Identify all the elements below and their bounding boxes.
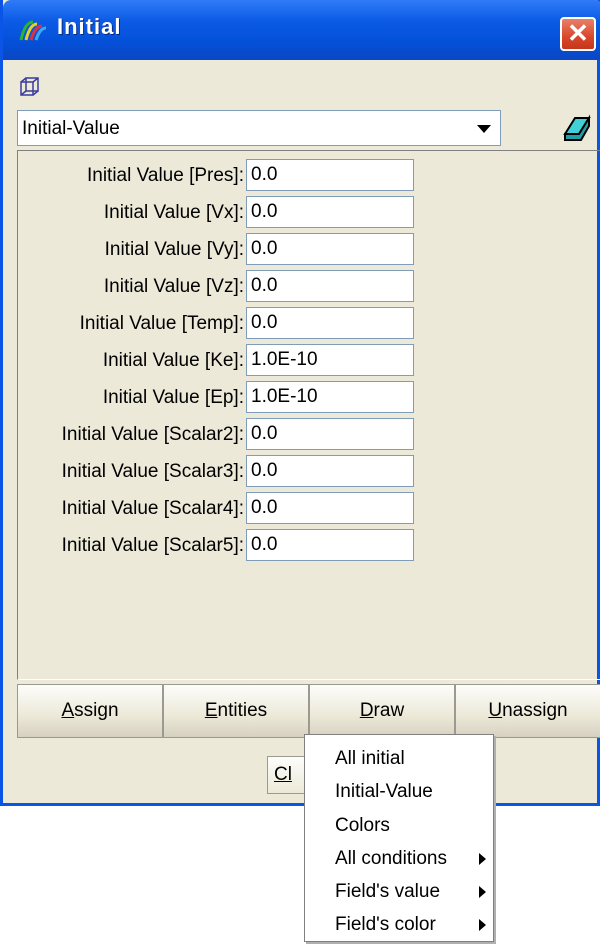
condition-select[interactable]: Initial-Value: [17, 110, 501, 146]
initial-window: Initial ✕ Initial-Value Initial Value [P…: [0, 0, 600, 806]
unassign-label: nassign: [502, 700, 568, 721]
submenu-arrow-icon: [479, 886, 486, 898]
field-label: Initial Value [Scalar5]:: [61, 535, 244, 556]
draw-menu: All initial Initial-Value Colors All con…: [304, 734, 494, 942]
initial-value-vz-input[interactable]: [246, 270, 414, 302]
field-row: Initial Value [Scalar2]:: [18, 418, 600, 452]
unassign-accel: U: [488, 700, 503, 721]
initial-value-ep-input[interactable]: [246, 381, 414, 413]
assign-accel: A: [61, 700, 75, 721]
menu-item-fields-color[interactable]: Field's color: [335, 911, 485, 939]
entities-button[interactable]: Entities: [163, 684, 309, 738]
submenu-arrow-icon: [479, 919, 486, 931]
field-row: Initial Value [Vz]:: [18, 270, 600, 304]
assign-button[interactable]: Assign: [17, 684, 163, 738]
field-row: Initial Value [Vx]:: [18, 196, 600, 230]
field-label: Initial Value [Vz]:: [103, 276, 244, 297]
initial-value-scalar4-input[interactable]: [246, 492, 414, 524]
dropdown-arrow-icon[interactable]: [468, 113, 498, 143]
action-button-bar: Assign Entities Draw Unassign: [17, 684, 600, 738]
menu-item-colors[interactable]: Colors: [335, 812, 485, 840]
draw-button[interactable]: Draw: [309, 684, 455, 738]
initial-value-ke-input[interactable]: [246, 344, 414, 376]
menu-item-all-initial[interactable]: All initial: [335, 745, 485, 773]
field-row: Initial Value [Vy]:: [18, 233, 600, 267]
submenu-arrow-icon: [479, 853, 486, 865]
field-row: Initial Value [Scalar3]:: [18, 455, 600, 489]
initial-value-vx-input[interactable]: [246, 196, 414, 228]
field-label: Initial Value [Temp]:: [79, 313, 244, 334]
multicolor-app-icon: [19, 20, 47, 41]
field-label: Initial Value [Vy]:: [104, 239, 244, 260]
field-label: Initial Value [Scalar2]:: [61, 424, 244, 445]
field-label: Initial Value [Scalar3]:: [61, 461, 244, 482]
entities-label: ntities: [217, 700, 268, 721]
cube-wireframe-icon[interactable]: [19, 76, 41, 98]
condition-select-value: Initial-Value: [22, 118, 120, 139]
initial-value-vy-input[interactable]: [246, 233, 414, 265]
menu-item-fields-value[interactable]: Field's value: [335, 878, 485, 906]
field-label: Initial Value [Ep]:: [102, 387, 244, 408]
draw-label: raw: [373, 700, 405, 721]
field-row: Initial Value [Scalar4]:: [18, 492, 600, 526]
menu-item-initial-value[interactable]: Initial-Value: [335, 778, 485, 806]
draw-accel: D: [359, 700, 374, 721]
window-title: Initial: [57, 14, 122, 39]
field-label: Initial Value [Pres]:: [86, 165, 244, 186]
initial-value-scalar2-input[interactable]: [246, 418, 414, 450]
fields-panel: Initial Value [Pres]: Initial Value [Vx]…: [17, 150, 600, 680]
field-label: Initial Value [Vx]:: [103, 202, 244, 223]
field-row: Initial Value [Pres]:: [18, 159, 600, 193]
field-row: Initial Value [Ke]:: [18, 344, 600, 378]
field-row: Initial Value [Temp]:: [18, 307, 600, 341]
initial-value-scalar5-input[interactable]: [246, 529, 414, 561]
menu-item-all-conditions[interactable]: All conditions: [335, 845, 485, 873]
title-bar[interactable]: Initial ✕: [3, 0, 600, 60]
field-row: Initial Value [Scalar5]:: [18, 529, 600, 563]
initial-value-scalar3-input[interactable]: [246, 455, 414, 487]
field-row: Initial Value [Ep]:: [18, 381, 600, 415]
entities-accel: E: [204, 700, 218, 721]
initial-value-pres-input[interactable]: [246, 159, 414, 191]
unassign-button[interactable]: Unassign: [455, 684, 600, 738]
close-icon[interactable]: ✕: [560, 17, 596, 51]
eraser-icon[interactable]: [561, 112, 593, 142]
assign-label: ssign: [74, 700, 119, 721]
field-label: Initial Value [Scalar4]:: [61, 498, 244, 519]
initial-value-temp-input[interactable]: [246, 307, 414, 339]
field-label: Initial Value [Ke]:: [102, 350, 244, 371]
